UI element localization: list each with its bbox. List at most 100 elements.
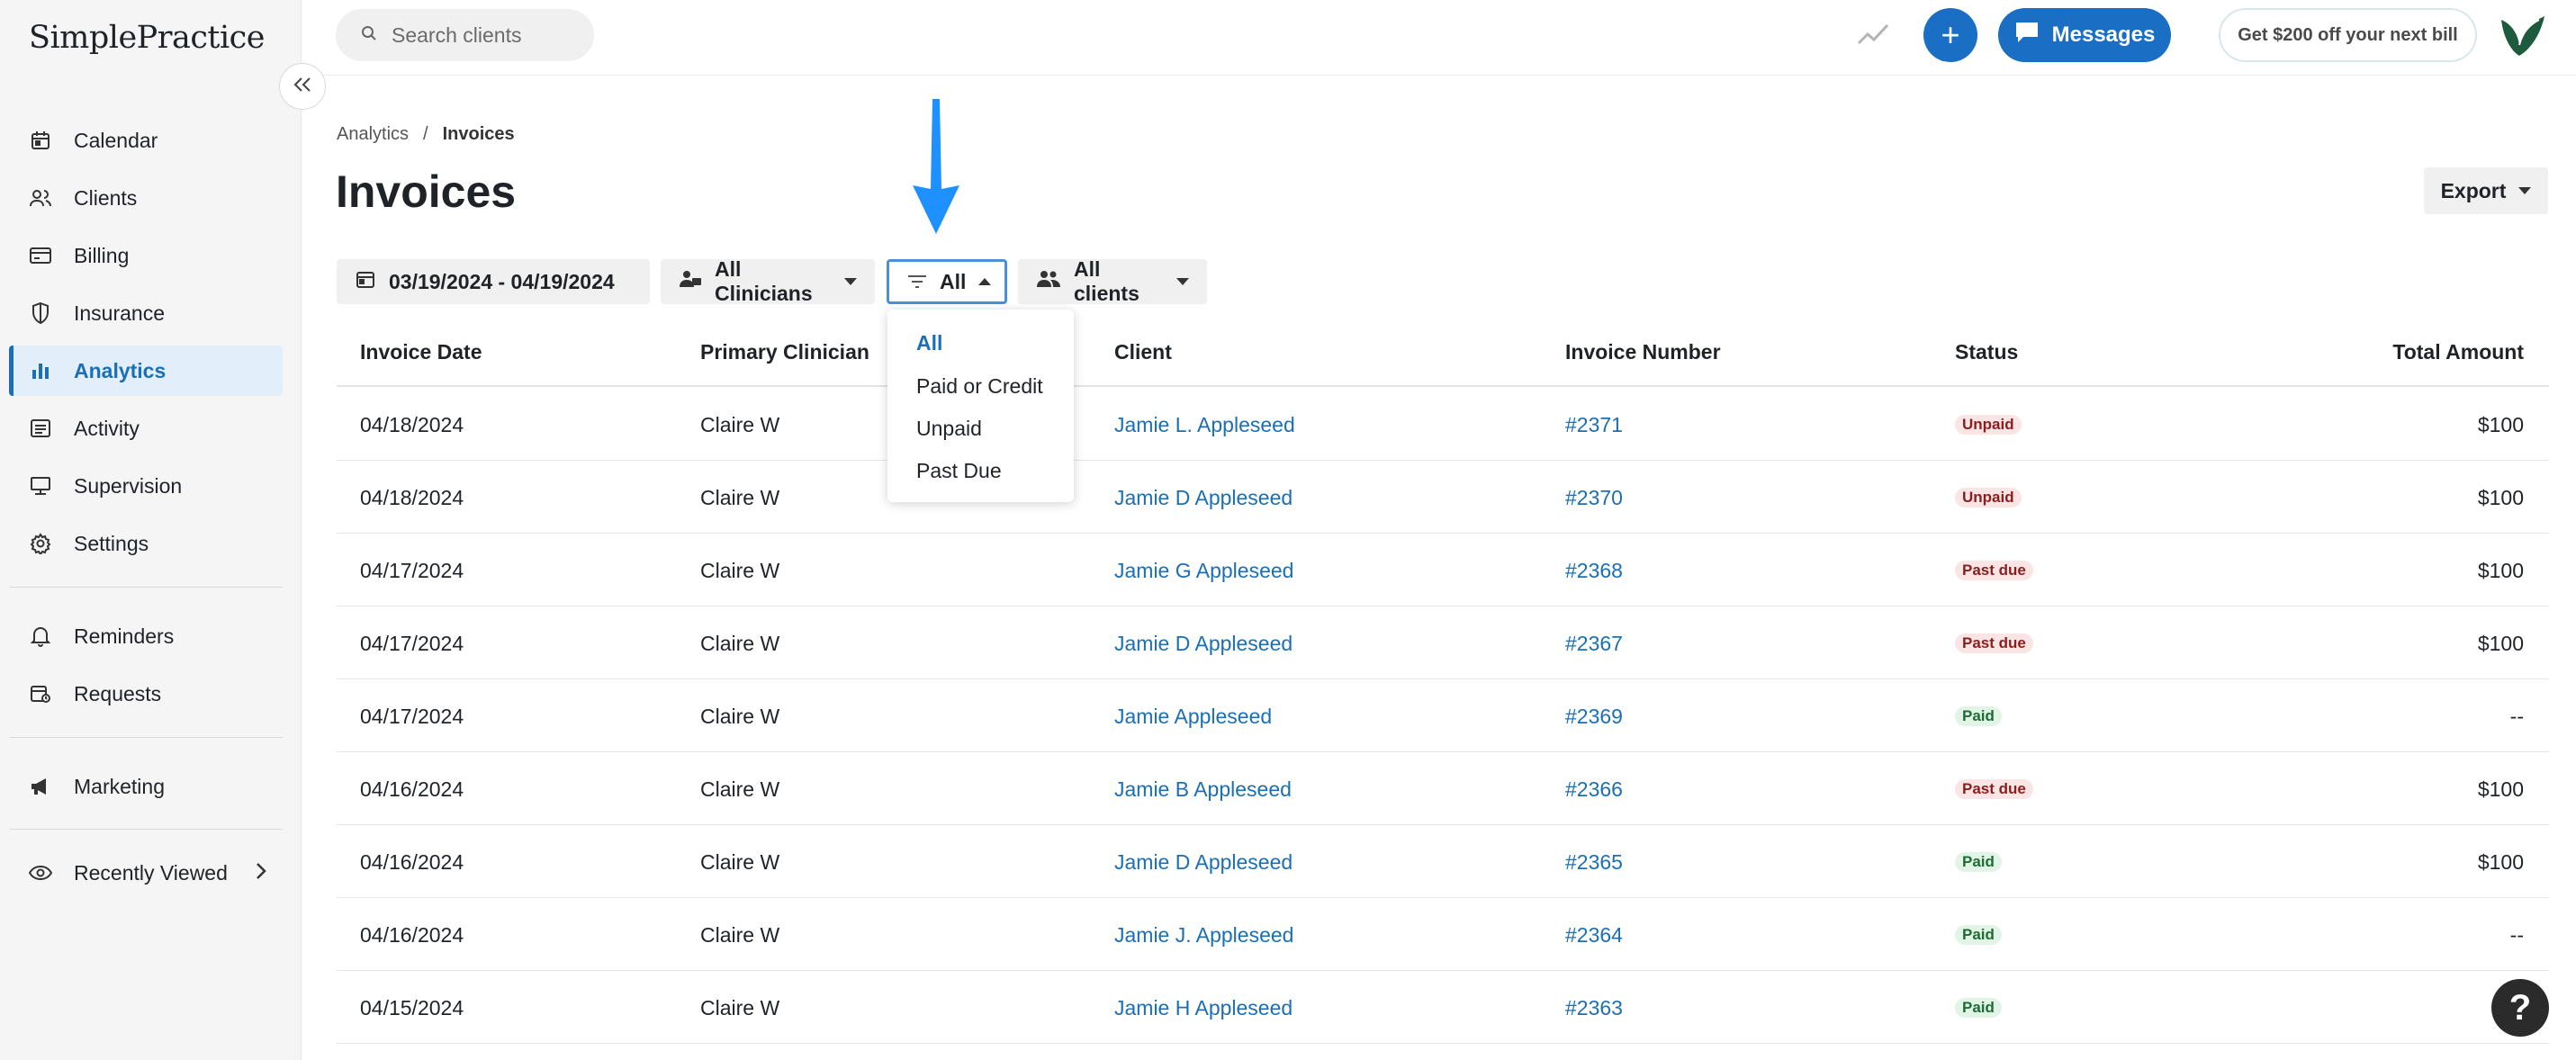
primary-clinician: Claire W	[700, 705, 780, 728]
client-link[interactable]: Jamie B Appleseed	[1114, 777, 1292, 802]
clients-icon	[1036, 269, 1074, 294]
status-filter-label: All	[940, 269, 967, 293]
total-amount: --	[2509, 705, 2524, 728]
column-header-status[interactable]: Status	[1955, 340, 2018, 364]
dropdown-option-past-due[interactable]: Past Due	[916, 459, 1002, 483]
requests-icon	[27, 680, 54, 707]
primary-clinician: Claire W	[700, 777, 780, 801]
invoice-date: 04/17/2024	[360, 632, 464, 655]
client-link[interactable]: Jamie D Appleseed	[1114, 632, 1293, 656]
sidebar-item-reminders[interactable]: Reminders	[9, 611, 283, 661]
chevron-right-icon	[256, 861, 266, 885]
help-button[interactable]: ?	[2491, 979, 2549, 1037]
chat-bubble-icon	[2014, 21, 2052, 50]
table-row[interactable]: 04/16/2024 Claire W Jamie B Appleseed #2…	[337, 752, 2549, 825]
caret-down-icon	[2518, 187, 2532, 194]
invoice-number-link[interactable]: #2368	[1565, 559, 1623, 583]
filter-lines-icon	[907, 270, 940, 294]
client-link[interactable]: Jamie H Appleseed	[1114, 996, 1293, 1020]
table-row[interactable]: 04/17/2024 Claire W Jamie Appleseed #236…	[337, 679, 2549, 752]
dropdown-option-paid-or-credit[interactable]: Paid or Credit	[916, 374, 1043, 399]
date-range-filter[interactable]: 03/19/2024 - 04/19/2024	[337, 259, 650, 304]
export-button[interactable]: Export	[2424, 167, 2548, 214]
sidebar-item-clients[interactable]: Clients	[9, 173, 283, 223]
clinicians-filter[interactable]: All Clinicians	[661, 257, 875, 305]
clients-icon	[27, 184, 54, 211]
megaphone-icon	[27, 773, 54, 800]
add-button[interactable]: +	[1923, 8, 1977, 62]
table-row[interactable]: 04/17/2024 Claire W Jamie G Appleseed #2…	[337, 534, 2549, 606]
invoice-number-link[interactable]: #2370	[1565, 486, 1623, 510]
sidebar-item-label: Settings	[74, 531, 149, 555]
search-box[interactable]	[336, 9, 594, 61]
invoice-number-link[interactable]: #2364	[1565, 923, 1623, 948]
invoice-number-link[interactable]: #2363	[1565, 996, 1623, 1020]
column-header-invoice-date[interactable]: Invoice Date	[360, 340, 482, 364]
breadcrumb-parent[interactable]: Analytics	[337, 124, 409, 144]
sidebar-divider	[9, 737, 283, 738]
sidebar-item-insurance[interactable]: Insurance	[9, 288, 283, 338]
breadcrumb: Analytics / Invoices	[337, 124, 515, 145]
column-header-invoice-number[interactable]: Invoice Number	[1565, 340, 1721, 364]
dropdown-option-all[interactable]: All	[916, 331, 942, 355]
sidebar-item-calendar[interactable]: Calendar	[9, 115, 283, 166]
dropdown-option-unpaid[interactable]: Unpaid	[916, 417, 982, 441]
primary-clinician: Claire W	[700, 632, 780, 655]
table-row[interactable]: 04/16/2024 Claire W Jamie J. Appleseed #…	[337, 898, 2549, 971]
bell-icon	[27, 623, 54, 650]
table-row[interactable]: 04/17/2024 Claire W Jamie D Appleseed #2…	[337, 606, 2549, 679]
search-icon	[361, 25, 377, 46]
gear-icon	[27, 530, 54, 557]
client-link[interactable]: Jamie J. Appleseed	[1114, 923, 1293, 948]
sidebar-item-marketing[interactable]: Marketing	[9, 761, 283, 812]
client-link[interactable]: Jamie L. Appleseed	[1114, 413, 1295, 437]
calendar-icon	[27, 127, 54, 154]
sidebar-item-label: Analytics	[74, 358, 167, 382]
sidebar-item-billing[interactable]: Billing	[9, 230, 283, 281]
sidebar-item-supervision[interactable]: Supervision	[9, 461, 283, 511]
status-badge: Past due	[1955, 561, 2033, 580]
search-input[interactable]	[392, 22, 572, 48]
table-row[interactable]: 04/18/2024 Claire W Jamie L. Appleseed #…	[337, 388, 2549, 461]
invoice-number-link[interactable]: #2371	[1565, 413, 1623, 437]
shield-icon	[27, 300, 54, 327]
total-amount: $100	[2477, 486, 2524, 509]
sidebar-item-recently-viewed[interactable]: Recently Viewed	[9, 848, 283, 898]
status-filter[interactable]: All	[887, 259, 1007, 304]
clients-filter[interactable]: All clients	[1018, 257, 1207, 305]
avatar[interactable]	[2498, 11, 2548, 61]
column-header-client[interactable]: Client	[1114, 340, 1172, 364]
invoice-number-link[interactable]: #2365	[1565, 850, 1623, 875]
promo-button[interactable]: Get $200 off your next bill	[2219, 8, 2477, 62]
table-row[interactable]: 04/15/2024 Claire W Jamie H Appleseed #2…	[337, 971, 2549, 1044]
sidebar-item-label: Requests	[74, 681, 162, 705]
bar-chart-icon	[27, 357, 54, 384]
sidebar-item-settings[interactable]: Settings	[9, 518, 283, 569]
primary-clinician: Claire W	[700, 923, 780, 947]
activity-icon	[27, 415, 54, 442]
primary-clinician: Claire W	[700, 559, 780, 582]
invoice-number-link[interactable]: #2369	[1565, 705, 1623, 729]
invoice-number-link[interactable]: #2366	[1565, 777, 1623, 802]
client-link[interactable]: Jamie D Appleseed	[1114, 486, 1293, 510]
column-header-primary-clinician[interactable]: Primary Clinician	[700, 340, 869, 364]
sidebar-item-label: Billing	[74, 243, 130, 267]
table-row[interactable]: 04/18/2024 Claire W Jamie D Appleseed #2…	[337, 461, 2549, 534]
sidebar-item-analytics[interactable]: Analytics	[9, 346, 283, 396]
table-row[interactable]: 04/16/2024 Claire W Jamie D Appleseed #2…	[337, 825, 2549, 898]
client-link[interactable]: Jamie Appleseed	[1114, 705, 1272, 729]
trend-chart-icon[interactable]	[1857, 22, 1889, 51]
messages-button[interactable]: Messages	[1998, 8, 2171, 62]
sidebar-item-requests[interactable]: Requests	[9, 669, 283, 719]
clinicians-icon	[679, 269, 715, 294]
sidebar-item-label: Clients	[74, 185, 138, 210]
invoice-number-link[interactable]: #2367	[1565, 632, 1623, 656]
collapse-sidebar-button[interactable]	[279, 63, 326, 110]
client-link[interactable]: Jamie G Appleseed	[1114, 559, 1293, 583]
sidebar-item-activity[interactable]: Activity	[9, 403, 283, 454]
client-link[interactable]: Jamie D Appleseed	[1114, 850, 1293, 875]
caret-down-icon	[844, 278, 857, 285]
column-header-total-amount[interactable]: Total Amount	[2392, 340, 2524, 364]
primary-clinician: Claire W	[700, 850, 780, 874]
logo[interactable]: SimplePractice	[29, 20, 266, 56]
